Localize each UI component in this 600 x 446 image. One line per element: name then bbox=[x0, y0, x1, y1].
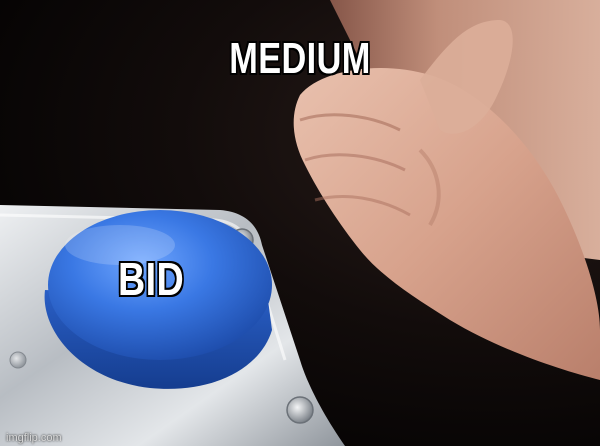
screw-bottom bbox=[286, 396, 314, 424]
button-caption: BID bbox=[118, 253, 185, 305]
meme-image: MEDIUM BID imgflip.com bbox=[0, 0, 600, 446]
watermark: imgflip.com bbox=[6, 432, 62, 444]
screw-left bbox=[9, 351, 27, 369]
top-caption: MEDIUM bbox=[229, 34, 371, 83]
